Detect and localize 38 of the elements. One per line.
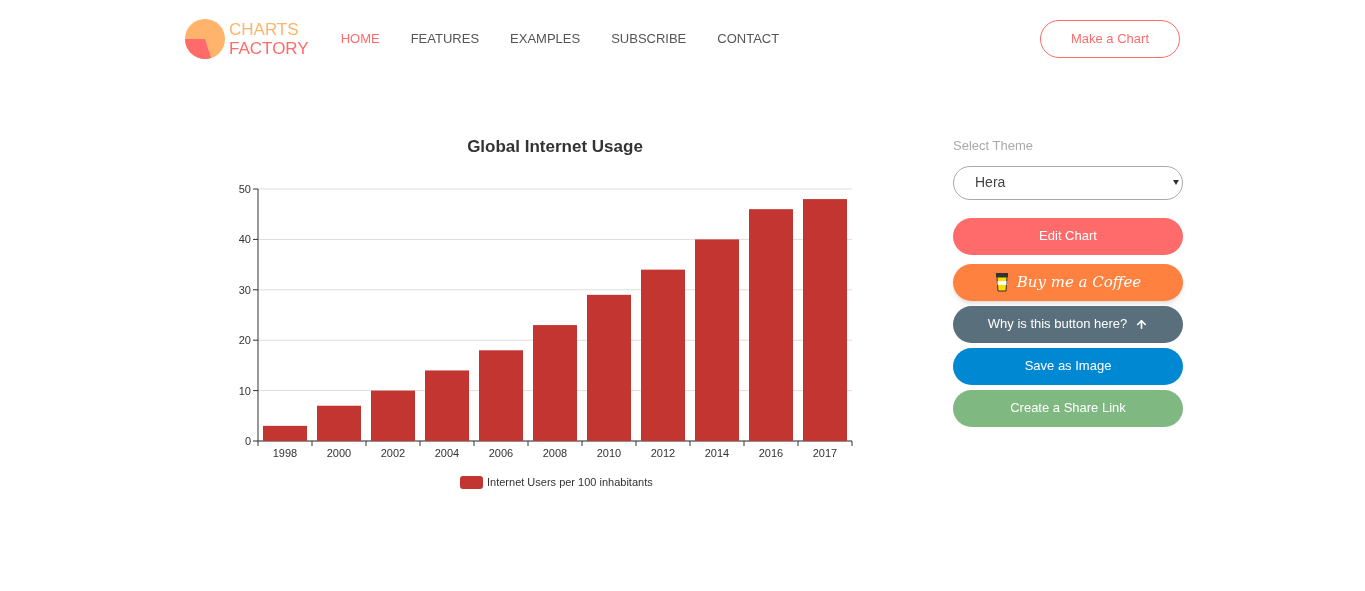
nav-link[interactable]: FEATURES <box>410 28 480 49</box>
nav-link[interactable]: SUBSCRIBE <box>611 28 687 49</box>
nav-link[interactable]: EXAMPLES <box>510 28 581 49</box>
action-button[interactable]: Why is this button here? <box>953 305 1183 343</box>
bar <box>263 425 307 441</box>
coffee-cup-icon <box>994 272 1009 292</box>
bar <box>425 370 469 441</box>
x-tick-label: 2010 <box>596 447 622 459</box>
bar <box>317 405 361 441</box>
select-label: Select Theme <box>953 137 1034 155</box>
logo-text: CHARTS <box>229 19 300 39</box>
bar <box>371 390 415 441</box>
x-tick-label: 2012 <box>650 447 676 459</box>
x-tick-label: 2000 <box>326 447 352 459</box>
x-tick-label: 2002 <box>380 447 406 459</box>
action-button[interactable]: Save as Image <box>953 347 1183 385</box>
x-tick-label: 2017 <box>812 447 838 459</box>
logo-pie-icon <box>185 18 225 59</box>
y-tick-label: 0 <box>244 435 251 447</box>
x-tick-label: 2006 <box>488 447 514 459</box>
nav-link[interactable]: HOME <box>340 28 380 49</box>
y-tick-label: 30 <box>238 283 251 296</box>
logo-text: FACTORY <box>229 38 309 58</box>
nav-link[interactable]: CONTACT <box>717 28 780 49</box>
x-tick-label: 2014 <box>704 447 730 459</box>
x-tick-label: 2008 <box>542 447 568 459</box>
x-tick-label: 1998 <box>272 447 298 459</box>
action-button[interactable]: Edit Chart <box>953 217 1183 255</box>
legend-label: Internet Users per 100 inhabitants <box>487 476 653 488</box>
dropdown-caret-icon <box>1173 180 1179 185</box>
y-tick-label: 10 <box>238 384 251 397</box>
chart-title: Global Internet Usage <box>467 137 643 156</box>
arrow-up-icon <box>1135 317 1149 331</box>
x-tick-label: 2016 <box>758 447 784 459</box>
y-tick-label: 20 <box>238 334 251 347</box>
x-tick-label: 2004 <box>434 447 460 459</box>
y-tick-label: 50 <box>238 183 251 195</box>
y-tick-label: 40 <box>238 233 251 246</box>
